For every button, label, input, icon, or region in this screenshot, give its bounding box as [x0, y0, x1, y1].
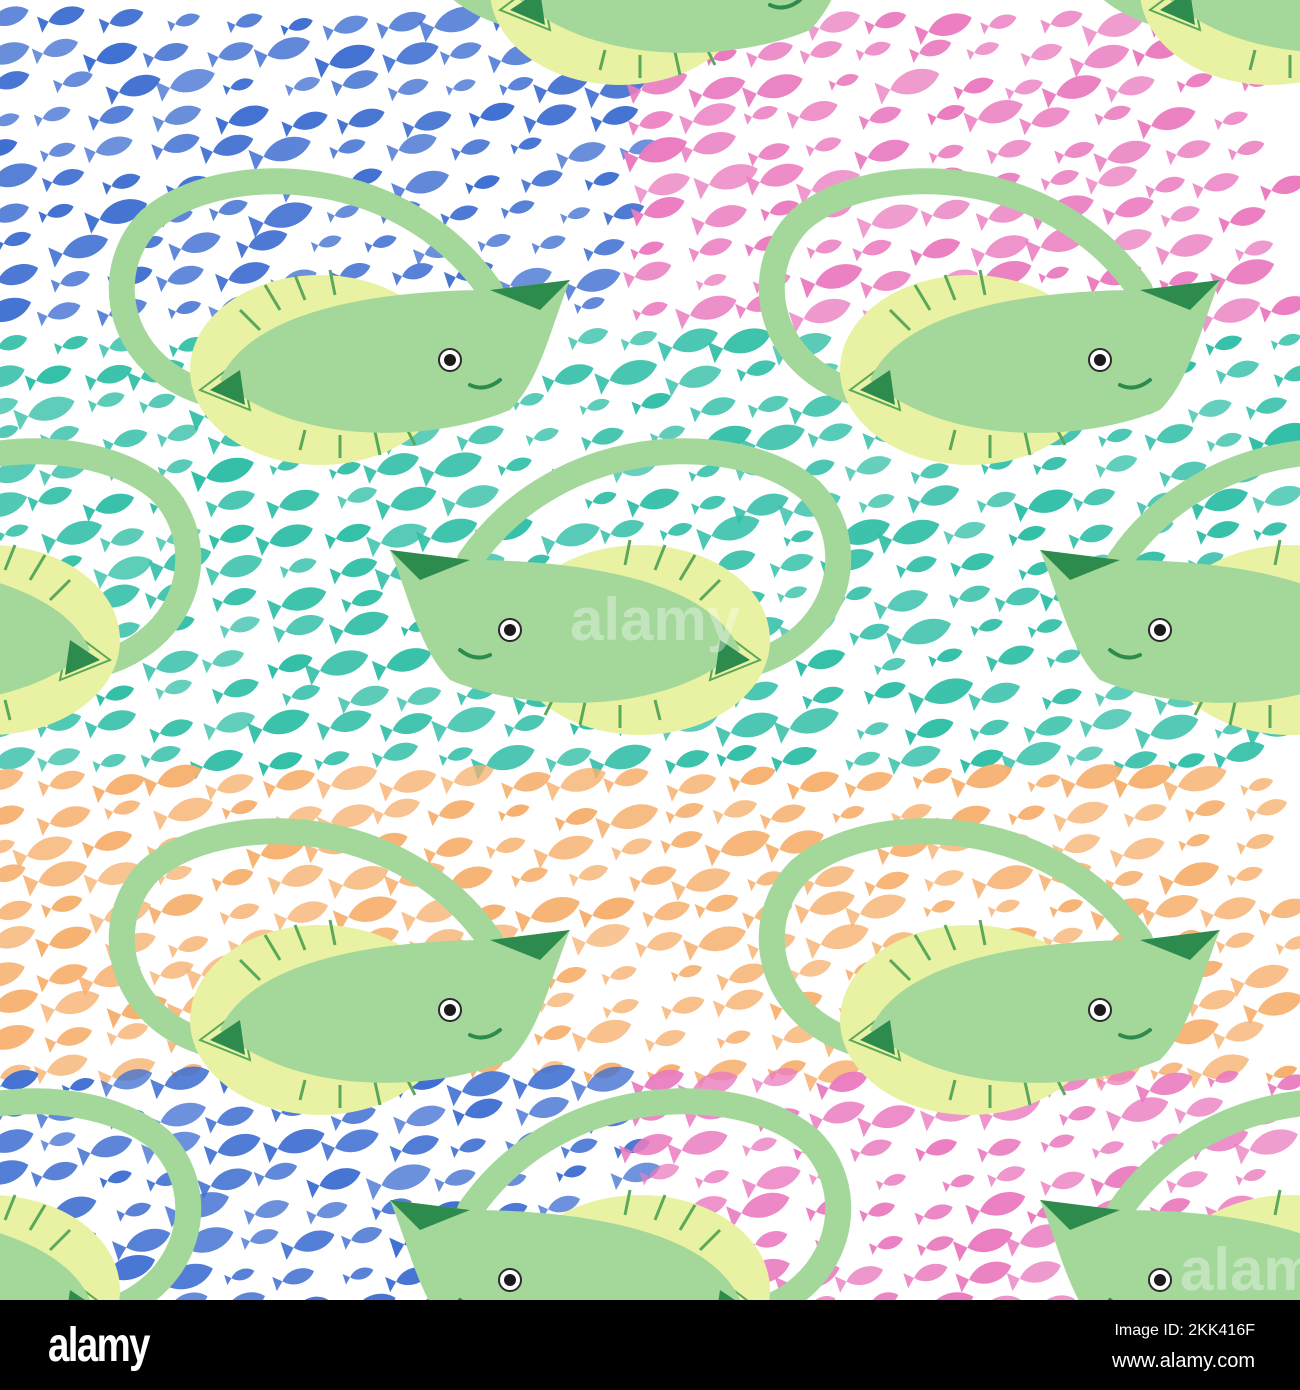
website-link: www.alamy.com [1112, 1350, 1255, 1372]
footer-bar: alamy Image ID: 2KK416F www.alamy.com [0, 1300, 1300, 1390]
alamy-logo: alamy [48, 1319, 150, 1372]
watermark: alamy [1180, 1236, 1300, 1300]
watermark: alamy [570, 586, 741, 653]
stingray-pattern-illustration: alamy alamy [0, 0, 1300, 1300]
image-id: Image ID: 2KK416F [1114, 1322, 1255, 1339]
